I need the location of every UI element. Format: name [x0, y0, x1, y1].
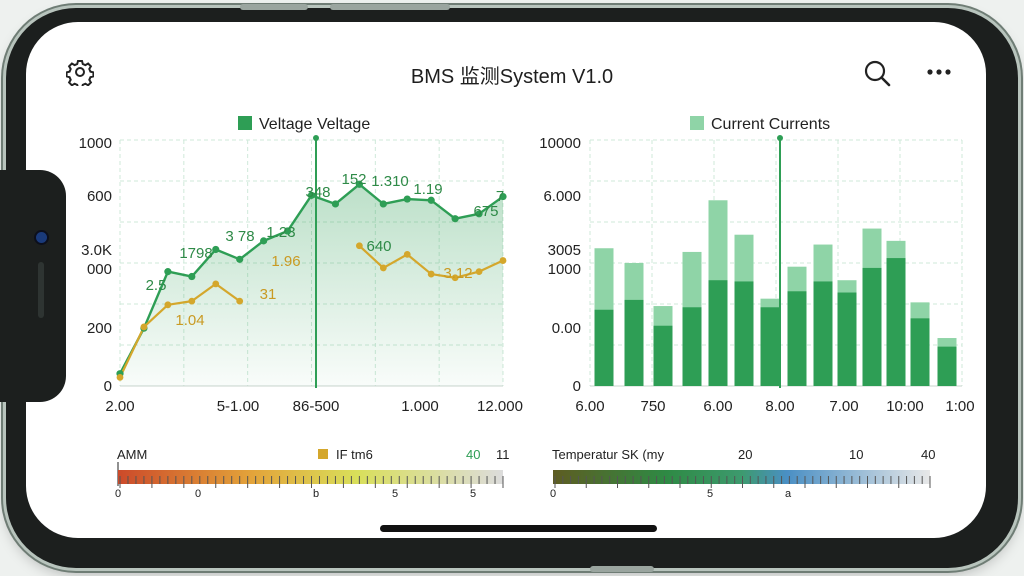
scale-tick: 0 — [550, 488, 556, 500]
scale-tick: 5 — [470, 488, 476, 500]
left-color-scale: AMM IF tm6 40 11 0 0 b 5 5 — [115, 447, 510, 500]
scale-tick: 0 — [115, 488, 121, 500]
scale-label: 10 — [849, 447, 863, 462]
right-color-scale: Temperatur SK (my 20 10 40 0 5 a — [550, 447, 936, 500]
home-indicator[interactable] — [380, 525, 657, 532]
scale-marker — [318, 449, 328, 459]
scale-label: AMM — [117, 447, 147, 462]
scale-label: 40 — [466, 447, 480, 462]
scale-tick: 0 — [195, 488, 201, 500]
scale-label: 40 — [921, 447, 935, 462]
scale-tick: 5 — [707, 488, 713, 500]
scale-label: 20 — [738, 447, 752, 462]
scale-tick: 5 — [392, 488, 398, 500]
scale-tick: b — [313, 488, 319, 500]
scale-label: IF tm6 — [336, 447, 373, 462]
bottom-scales: AMM IF tm6 40 11 0 0 b 5 5 Temperatur SK… — [115, 447, 936, 500]
scale-label: 11 — [496, 447, 510, 462]
scale-tick: a — [785, 488, 792, 500]
scale-label: Temperatur SK (my — [552, 447, 664, 462]
